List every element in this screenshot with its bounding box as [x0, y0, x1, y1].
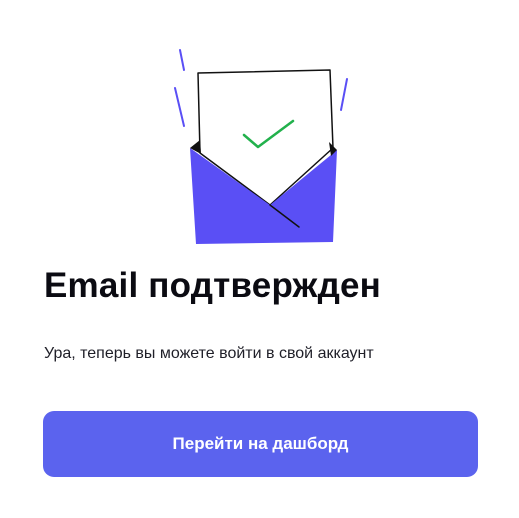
envelope-check-icon [174, 49, 348, 244]
confirmation-message: Ура, теперь вы можете войти в свой аккау… [44, 345, 374, 362]
email-confirmed-card: Email подтвержден Ура, теперь вы можете … [0, 0, 519, 518]
go-to-dashboard-button[interactable]: Перейти на дашборд [43, 411, 478, 477]
page-title: Email подтвержден [44, 266, 381, 305]
